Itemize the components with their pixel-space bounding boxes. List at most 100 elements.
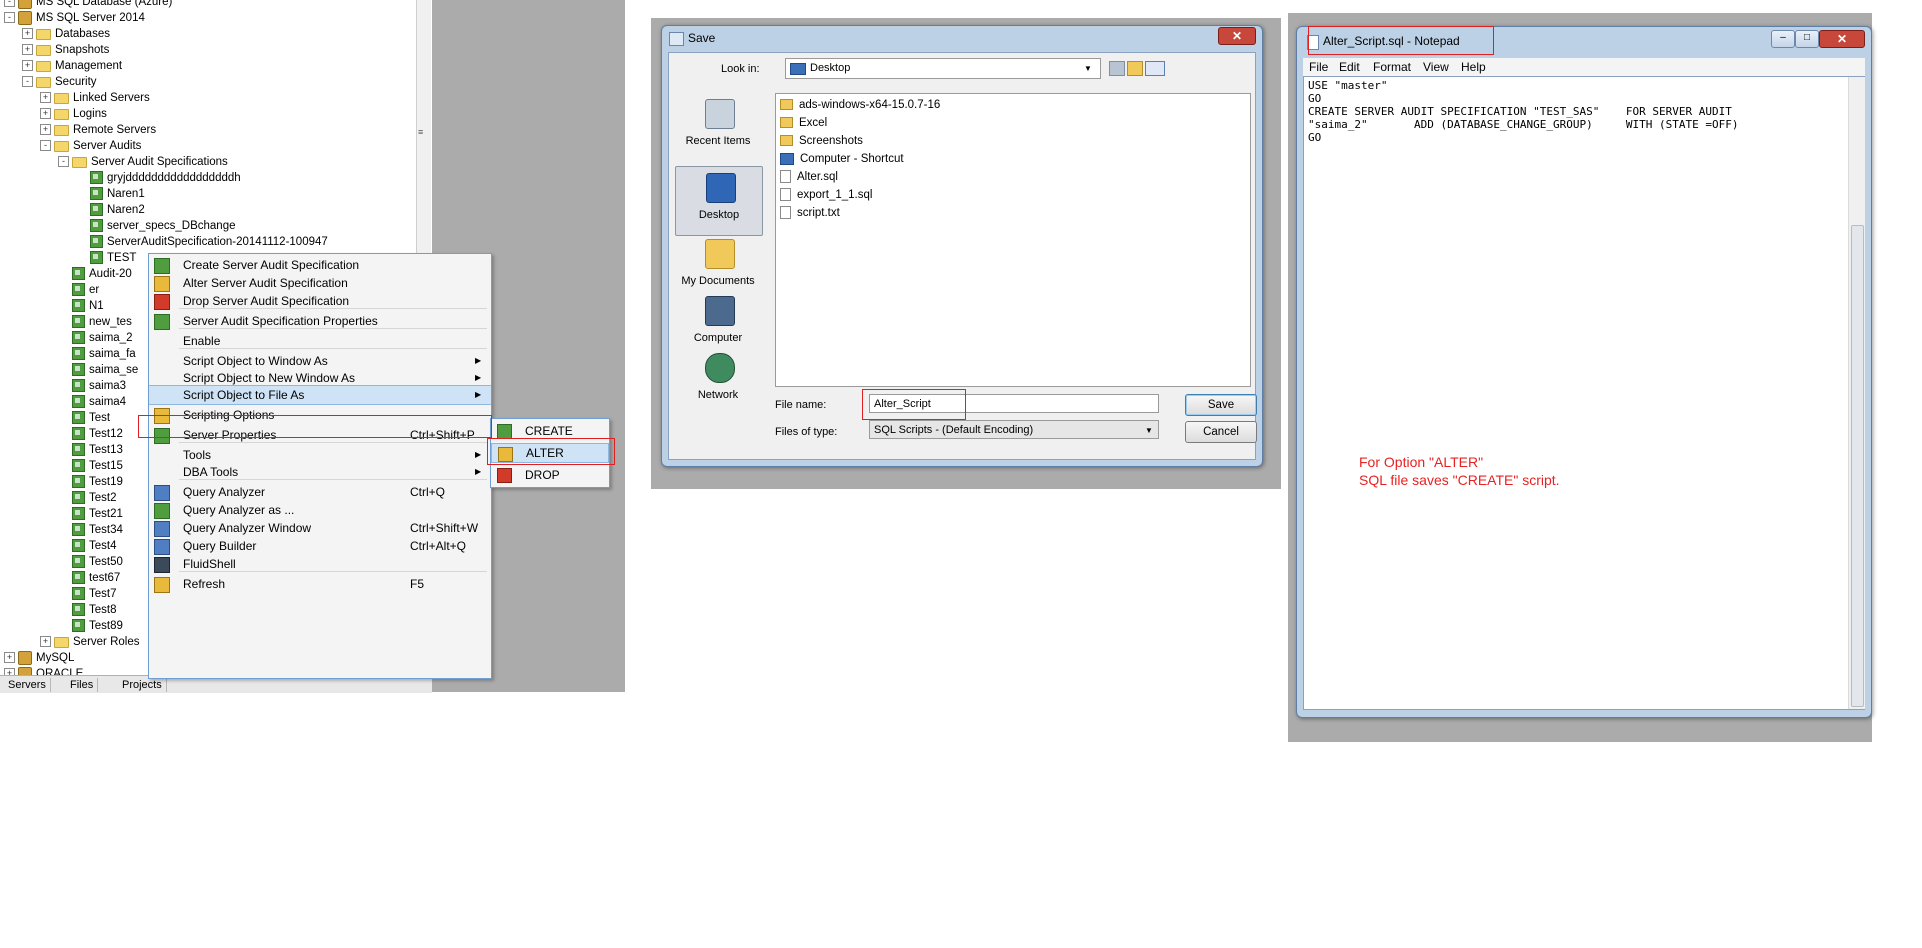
tree-node[interactable]: er [58,282,99,298]
submenu-item[interactable]: DROP [491,465,609,485]
tree-node[interactable]: saima_fa [58,346,136,362]
tree-node[interactable]: Test34 [58,522,123,538]
vertical-scrollbar[interactable] [1848,77,1865,709]
menu-edit[interactable]: Edit [1339,59,1360,75]
tree-node[interactable]: saima4 [58,394,126,410]
tree-node[interactable]: saima_se [58,362,138,378]
submenu-item[interactable]: CREATE [491,421,609,441]
tree-node[interactable]: - Security [22,74,97,90]
tree-node[interactable]: N1 [58,298,104,314]
file-type-select[interactable]: SQL Scripts - (Default Encoding) ▼ [869,420,1159,439]
tree-node[interactable]: gryjdddddddddddddddddh [76,170,241,186]
tree-node[interactable]: new_tes [58,314,132,330]
tree-node[interactable]: Test19 [58,474,123,490]
menu-file[interactable]: File [1309,59,1328,75]
tree-node[interactable]: + MySQL [4,650,74,666]
tree-node[interactable]: - Server Audits [40,138,141,154]
save-button[interactable]: Save [1185,394,1257,416]
new-folder-icon[interactable] [1127,61,1143,76]
collapse-icon[interactable]: - [58,156,69,168]
tree-node[interactable]: Test2 [58,490,117,506]
menu-format[interactable]: Format [1373,59,1411,75]
title-bar[interactable]: Save ✕ [662,26,1262,52]
file-list-item[interactable]: script.txt [780,204,840,222]
menu-item[interactable]: Enable [149,331,491,351]
tab-servers[interactable]: Servers [4,678,51,692]
tree-node[interactable]: Test89 [58,618,123,634]
menu-item[interactable]: Query Analyzer as ... [149,500,491,520]
menu-item[interactable]: Query Analyzer Window Ctrl+Shift+W [149,518,491,538]
tree-node[interactable]: + Linked Servers [40,90,150,106]
tree-node[interactable]: TEST [76,250,136,266]
expand-icon[interactable]: + [22,44,33,56]
expand-icon[interactable]: + [40,636,51,648]
tree-node[interactable]: Test8 [58,602,117,618]
menu-item[interactable]: Query Builder Ctrl+Alt+Q [149,536,491,556]
tree-node[interactable]: test67 [58,570,120,586]
collapse-icon[interactable]: - [40,140,51,152]
tab-files[interactable]: Files [66,678,99,692]
tree-node[interactable]: Test50 [58,554,123,570]
tree-node[interactable]: Test13 [58,442,123,458]
menu-item[interactable]: Scripting Options [149,405,491,425]
menu-item[interactable]: Alter Server Audit Specification [149,273,491,293]
collapse-icon[interactable]: - [4,12,15,24]
tree-node[interactable]: + Databases [22,26,110,42]
tree-node[interactable]: + ORACLE [4,666,83,675]
menu-item[interactable]: FluidShell [149,554,491,574]
maximize-button[interactable]: □ [1795,30,1819,48]
file-name-input[interactable]: Alter_Script [869,394,1159,413]
tree-node[interactable]: + Logins [40,106,107,122]
tree-node[interactable]: Test21 [58,506,123,522]
menu-view[interactable]: View [1423,59,1449,75]
tree-node[interactable]: + Management [22,58,122,74]
menu-item[interactable]: Refresh F5 [149,574,491,594]
tree-node[interactable]: + Snapshots [22,42,109,58]
file-list[interactable]: ads-windows-x64-15.0.7-16 Excel Screenshot… [775,93,1251,387]
close-button[interactable]: ✕ [1218,27,1256,45]
tree-node[interactable]: server_specs_DBchange [76,218,236,234]
minimize-button[interactable]: – [1771,30,1795,48]
tree-node[interactable]: saima_2 [58,330,132,346]
expand-icon[interactable]: + [40,92,51,104]
scrollbar-thumb[interactable] [1851,225,1864,707]
tree-node[interactable]: Test [58,410,110,426]
expand-icon[interactable]: + [40,124,51,136]
menu-item[interactable]: Query Analyzer Ctrl+Q [149,482,491,502]
place-network[interactable]: Network [675,347,761,415]
up-folder-icon[interactable] [1109,61,1125,76]
tree-node[interactable]: - Server Audit Specifications [58,154,228,170]
menu-item[interactable]: Server Audit Specification Properties [149,311,491,331]
look-in-combo[interactable]: Desktop ▼ [785,58,1101,79]
tree-node[interactable]: ServerAuditSpecification-20141112-100947 [76,234,328,250]
menu-item[interactable]: Server Properties Ctrl+Shift+P [149,425,491,445]
menu-item[interactable]: Drop Server Audit Specification [149,291,491,311]
text-editor[interactable]: USE "master" GO CREATE SERVER AUDIT SPEC… [1303,76,1865,710]
menu-item[interactable]: Create Server Audit Specification [149,255,491,275]
file-list-item[interactable]: Screenshots [780,132,863,150]
submenu-item[interactable]: ALTER [491,443,609,463]
tree-node[interactable]: Test4 [58,538,117,554]
tree-node[interactable]: Test15 [58,458,123,474]
expand-icon[interactable]: + [22,28,33,40]
menu-item[interactable]: Script Object to File As ▶ [149,385,491,405]
view-menu-icon[interactable] [1145,61,1165,76]
expand-icon[interactable]: + [22,60,33,72]
file-list-item[interactable]: Alter.sql [780,168,838,186]
menu-item[interactable]: DBA Tools ▶ [149,462,491,482]
tab-projects[interactable]: Projects [118,678,167,692]
collapse-icon[interactable]: - [22,76,33,88]
tree-node[interactable]: Test12 [58,426,123,442]
expand-icon[interactable]: + [4,652,15,664]
file-list-item[interactable]: export_1_1.sql [780,186,872,204]
tree-node[interactable]: + Server Roles [40,634,139,650]
file-list-item[interactable]: Computer - Shortcut [780,150,904,168]
file-list-item[interactable]: Excel [780,114,827,132]
place-desktop[interactable]: Desktop [675,166,763,236]
tree-node[interactable]: Naren2 [76,202,145,218]
expand-icon[interactable]: + [40,108,51,120]
close-button[interactable]: ✕ [1819,30,1865,48]
tree-node[interactable]: Naren1 [76,186,145,202]
tree-node[interactable]: Test7 [58,586,117,602]
tree-node[interactable]: - MS SQL Server 2014 [4,10,145,26]
